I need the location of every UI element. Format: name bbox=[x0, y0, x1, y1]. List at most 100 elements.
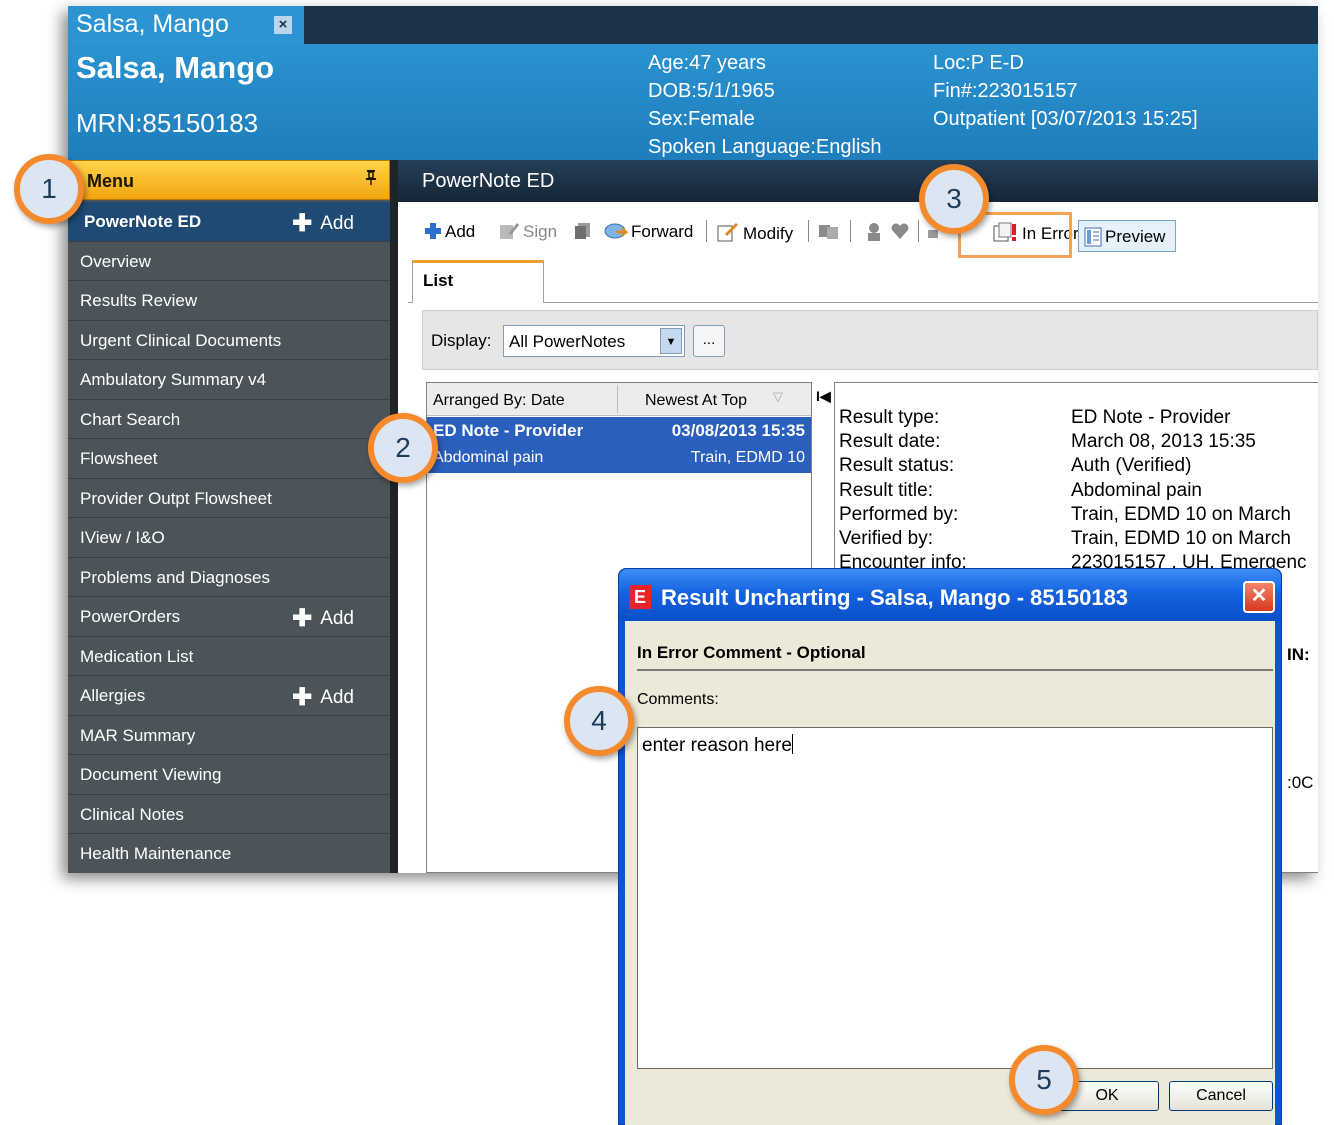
text-caret bbox=[792, 734, 793, 754]
display-selected-value: All PowerNotes bbox=[509, 332, 626, 351]
section-heading: In Error Comment - Optional bbox=[637, 643, 866, 662]
add-button[interactable]: ✚ Add bbox=[292, 209, 354, 238]
preview-fragment: :0C bbox=[1287, 773, 1314, 792]
menu-sidebar: Menu PowerNote ED ✚ Add Overview Results … bbox=[68, 160, 398, 873]
plus-icon bbox=[424, 222, 442, 245]
column-header-sort[interactable]: Newest At Top bbox=[645, 392, 747, 410]
page-title: PowerNote ED bbox=[398, 160, 1318, 202]
note-title: ED Note - Provider bbox=[433, 421, 584, 440]
sidebar-item-label: IView / I&O bbox=[80, 528, 165, 547]
patient-age: Age:47 years bbox=[648, 52, 766, 74]
modify-icon bbox=[716, 222, 740, 247]
plus-icon: ✚ bbox=[292, 684, 313, 711]
sidebar-item-ambulatory-summary[interactable]: Ambulatory Summary v4 bbox=[68, 360, 390, 400]
sidebar-item-label: Provider Outpt Flowsheet bbox=[80, 488, 272, 508]
sidebar-item-clinical-notes[interactable]: Clinical Notes bbox=[68, 795, 390, 834]
collapse-pane-icon[interactable]: I◀ bbox=[816, 388, 831, 405]
patient-mrn: MRN:85150183 bbox=[76, 108, 259, 138]
menu-header: Menu bbox=[68, 160, 390, 200]
sidebar-item-label: Flowsheet bbox=[80, 449, 158, 468]
result-uncharting-dialog: E Result Uncharting - Salsa, Mango - 851… bbox=[618, 568, 1282, 1125]
section-divider bbox=[637, 669, 1273, 671]
sidebar-item-powerorders[interactable]: PowerOrders ✚ Add bbox=[68, 597, 390, 637]
add-button[interactable]: ✚ Add bbox=[292, 604, 354, 633]
patient-name: Salsa, Mango bbox=[76, 50, 275, 85]
sort-arrow-icon: ▽ bbox=[773, 389, 783, 404]
sidebar-item-results-review[interactable]: Results Review bbox=[68, 281, 390, 321]
preview-icon bbox=[1084, 227, 1102, 252]
callout-step-4: 4 bbox=[564, 686, 634, 756]
pin-icon[interactable] bbox=[365, 169, 377, 190]
close-icon[interactable]: × bbox=[274, 16, 292, 34]
comment-text: enter reason here bbox=[642, 735, 792, 756]
encounter-info: Outpatient [03/07/2013 15:25] bbox=[933, 108, 1198, 130]
sidebar-item-urgent-clinical-documents[interactable]: Urgent Clinical Documents bbox=[68, 321, 390, 360]
sign-icon bbox=[498, 222, 520, 245]
note-date: 03/08/2013 15:35 bbox=[671, 421, 805, 440]
sidebar-item-iview[interactable]: IView / I&O bbox=[68, 518, 390, 558]
cancel-button[interactable]: Cancel bbox=[1169, 1081, 1273, 1111]
preview-fragment: IN: bbox=[1287, 645, 1310, 664]
plus-icon: ✚ bbox=[292, 605, 313, 632]
add-note-button[interactable]: Add bbox=[424, 222, 475, 245]
heart-icon[interactable] bbox=[890, 222, 913, 245]
sidebar-item-label: Problems and Diagnoses bbox=[80, 567, 270, 587]
plus-icon: ✚ bbox=[292, 210, 313, 237]
modify-button[interactable]: Modify bbox=[716, 222, 793, 247]
person-icon[interactable] bbox=[864, 222, 887, 247]
patient-tab-label: Salsa, Mango bbox=[76, 10, 229, 38]
column-header-arranged[interactable]: Arranged By: Date bbox=[433, 392, 565, 410]
sidebar-item-label: Results Review bbox=[80, 291, 198, 310]
patient-language: Spoken Language:English bbox=[648, 136, 882, 158]
sidebar-item-provider-outpt-flowsheet[interactable]: Provider Outpt Flowsheet bbox=[68, 479, 390, 518]
callout-step-5: 5 bbox=[1009, 1045, 1079, 1115]
sidebar-item-label: Medication List bbox=[80, 646, 194, 666]
sidebar-item-problems-and-diagnoses[interactable]: Problems and Diagnoses bbox=[68, 558, 390, 597]
chevron-down-icon[interactable]: ▼ bbox=[660, 328, 682, 354]
patient-tab[interactable]: Salsa, Mango × bbox=[68, 6, 304, 44]
toolbar-divider bbox=[850, 220, 851, 242]
toolbar-divider bbox=[918, 220, 919, 242]
preview-button[interactable]: Preview bbox=[1078, 220, 1176, 252]
dialog-body: In Error Comment - Optional Comments: en… bbox=[625, 621, 1275, 1125]
forward-icon bbox=[604, 222, 630, 245]
display-dropdown[interactable]: All PowerNotes ▼ bbox=[503, 325, 685, 357]
display-options-button[interactable]: ... bbox=[693, 325, 725, 357]
callout-step-2: 2 bbox=[368, 413, 438, 483]
sidebar-item-overview[interactable]: Overview bbox=[68, 242, 390, 281]
sidebar-item-label: PowerOrders bbox=[80, 607, 181, 626]
callout-step-1: 1 bbox=[14, 154, 84, 224]
document-icon[interactable] bbox=[574, 222, 595, 245]
note-row[interactable]: ED Note - Provider 03/08/2013 15:35 bbox=[427, 417, 811, 445]
sidebar-item-label: Overview bbox=[80, 251, 151, 271]
note-row[interactable]: Abdominal pain Train, EDMD 10 bbox=[427, 445, 811, 473]
sidebar-item-label: MAR Summary bbox=[80, 725, 196, 745]
patient-location: Loc:P E-D bbox=[933, 52, 1024, 74]
dialog-titlebar[interactable]: E Result Uncharting - Salsa, Mango - 851… bbox=[619, 569, 1281, 621]
sidebar-item-allergies[interactable]: Allergies ✚ Add bbox=[68, 676, 390, 716]
sidebar-item-label: Clinical Notes bbox=[80, 804, 184, 824]
copy-icon[interactable] bbox=[818, 222, 843, 245]
tab-list[interactable]: List bbox=[412, 260, 544, 303]
comments-label: Comments: bbox=[637, 691, 719, 708]
sidebar-item-powernote-ed[interactable]: PowerNote ED ✚ Add bbox=[68, 202, 390, 242]
comments-textarea[interactable]: enter reason here bbox=[637, 727, 1273, 1069]
sidebar-item-label: Health Maintenance bbox=[80, 844, 232, 863]
note-subject: Abdominal pain bbox=[433, 449, 544, 466]
sidebar-item-mar-summary[interactable]: MAR Summary bbox=[68, 716, 390, 755]
display-filter-bar: Display: All PowerNotes ▼ ... bbox=[422, 310, 1318, 370]
add-button[interactable]: ✚ Add bbox=[292, 683, 354, 712]
sidebar-item-health-maintenance[interactable]: Health Maintenance bbox=[68, 834, 390, 873]
forward-button[interactable]: Forward bbox=[604, 222, 693, 245]
sidebar-item-chart-search[interactable]: Chart Search bbox=[68, 400, 390, 439]
sign-button[interactable]: Sign bbox=[498, 222, 557, 245]
sidebar-item-label: Urgent Clinical Documents bbox=[80, 330, 282, 350]
patient-sex: Sex:Female bbox=[648, 108, 755, 130]
close-icon[interactable]: ✕ bbox=[1243, 581, 1275, 613]
list-header: Arranged By: Date Newest At Top ▽ bbox=[427, 383, 811, 416]
sidebar-item-medication-list[interactable]: Medication List bbox=[68, 637, 390, 676]
dialog-title: Result Uncharting - Salsa, Mango - 85150… bbox=[661, 585, 1129, 610]
sidebar-item-flowsheet[interactable]: Flowsheet bbox=[68, 439, 390, 479]
sidebar-item-document-viewing[interactable]: Document Viewing bbox=[68, 755, 390, 795]
sidebar-item-label: Document Viewing bbox=[80, 765, 222, 784]
